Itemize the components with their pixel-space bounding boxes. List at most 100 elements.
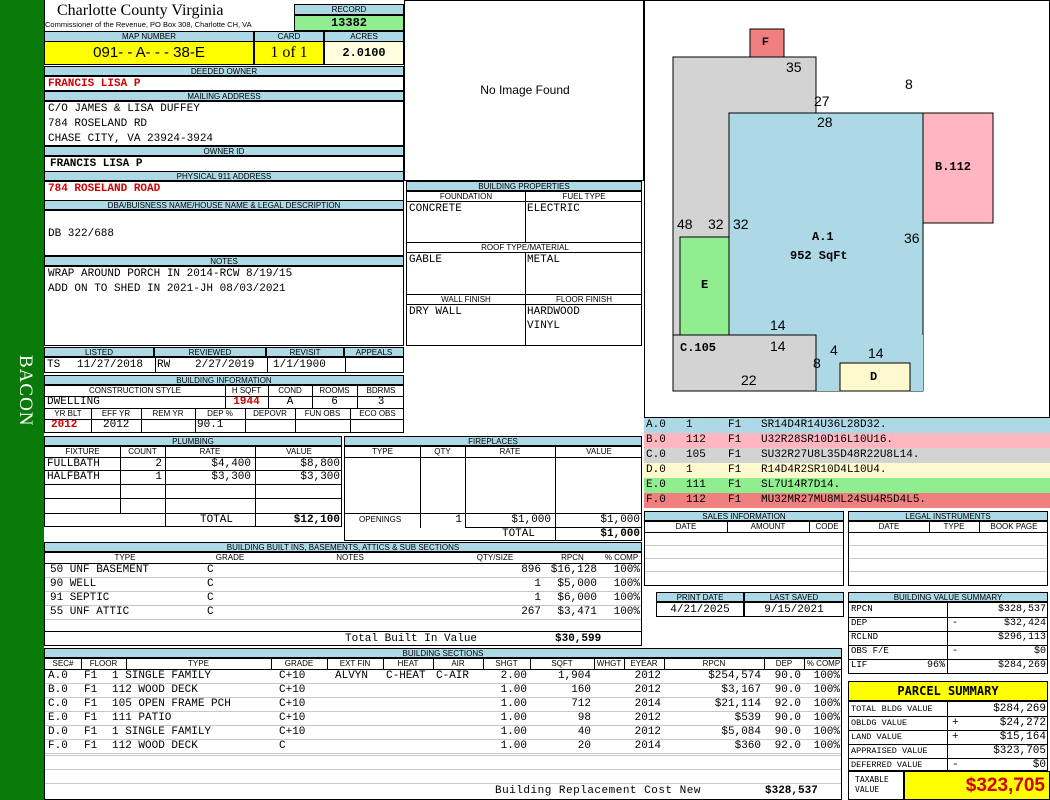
fireplace-total-label: TOTAL (501, 528, 535, 540)
sketch-dim: 32 (708, 216, 724, 232)
section-col-header: TYPE (188, 659, 209, 668)
section-cell-grade: C+10 (279, 698, 306, 710)
section-cell-rpcn: $5,084 (721, 726, 761, 738)
dba-header: DBA/BUISNESS NAME/HOUSE NAME & LEGAL DES… (44, 200, 404, 210)
sales-col: DATE (675, 522, 697, 531)
sketch-panel: F B.112 A.1 952 SqFt E C.105 D 35 8 27 2… (644, 0, 1050, 418)
listed-header: LISTED (44, 347, 154, 357)
funobs-label: FUN OBS (304, 409, 341, 418)
built-in-grade: C (207, 592, 214, 604)
legal-col: TYPE (943, 522, 965, 531)
built-ins-col: QTY/SIZE (476, 553, 514, 562)
section-cell-shgt: 1.00 (500, 726, 527, 738)
legend-code: A.0 (646, 419, 666, 431)
section-cell-rpcn: $3,167 (721, 684, 761, 696)
section-cell-ext: ALVYN (335, 670, 369, 682)
sales-col: CODE (815, 522, 839, 531)
section-cell-comp: 100% (813, 684, 840, 696)
parcel-summary-value: $284,269 (993, 703, 1046, 715)
bdrms-value: 3 (377, 396, 385, 408)
section-cell-air: C-AIR (436, 670, 470, 682)
plumbing-row: FULLBATH (47, 458, 100, 470)
legal-col: BOOK PAGE (990, 522, 1038, 531)
section-cell-floor: F1 (84, 712, 98, 724)
value-summary-label: RCLND (851, 632, 879, 642)
hsqft-value: 1944 (233, 396, 260, 408)
notes-header: NOTES (44, 256, 404, 266)
legend-desc: SR14D4R14U36L28D32. (761, 419, 887, 431)
sketch-legend-row: F.0 112 F1 MU32MR27MU8ML24SU4R5D4L5. (644, 493, 1050, 508)
listing-row: TS 11/27/2018 RW 2/27/2019 1/1/1900 (44, 357, 404, 373)
sketch-label-d: D (870, 370, 878, 384)
section-cell-eyear: 2012 (634, 670, 661, 682)
physical-address-header: PHYSICAL 911 ADDRESS (44, 171, 404, 181)
record-header: RECORD (294, 4, 404, 15)
section-cell-eyear: 2012 (634, 712, 661, 724)
section-cell-dep: 92.0 (774, 740, 801, 752)
legend-desc: SU32R27U8L35D48R22U8L14. (761, 449, 920, 461)
section-cell-rpcn: $539 (734, 712, 761, 724)
built-ins-col: NOTES (336, 553, 364, 562)
plumbing-cell: $4,400 (211, 458, 251, 470)
sketch-dim: 4 (830, 342, 838, 358)
dep-label: DEP % (207, 409, 233, 418)
section-cell-sqft: 1,904 (557, 670, 591, 682)
built-in-qty: 1 (534, 578, 541, 590)
built-in-rpcn: $16,128 (550, 564, 597, 576)
building-info: CONSTRUCTION STYLE H SQFT COND ROOMS BDR… (44, 385, 404, 433)
plumbing-col-rate: RATE (199, 447, 221, 456)
legend-code: E.0 (646, 479, 666, 491)
built-in-comp: 100% (613, 564, 640, 576)
ecoobs-label: ECO OBS (359, 409, 396, 418)
plumbing-col-count: COUNT (128, 447, 157, 456)
style-value: DWELLING (47, 396, 100, 408)
section-cell-sqft: 98 (577, 712, 591, 724)
card-value: 1 of 1 (254, 41, 324, 65)
value-summary-label: OBS F/E (851, 646, 889, 656)
dep-value: 90.1 (197, 419, 224, 431)
physical-address: 784 ROSELAND ROAD (44, 181, 404, 201)
legend-code: F.0 (646, 494, 666, 506)
floor-value: VINYL (527, 320, 561, 332)
building-info-header: BUILDING INFORMATION (44, 375, 404, 385)
section-cell-type: 112 WOOD DECK (112, 684, 198, 696)
built-in-rpcn: $3,471 (557, 606, 597, 618)
yrblt-label: YR BLT (54, 409, 82, 418)
section-cell-sec: D.0 (48, 726, 68, 738)
depovr-label: DEPOVR (253, 409, 287, 418)
plumbing-row: HALFBATH (47, 471, 100, 483)
taxable-label: TAXABLE VALUE (848, 771, 904, 800)
section-cell-sec: B.0 (48, 684, 68, 696)
sections-total: $328,537 (765, 785, 818, 797)
mailing-line: 784 ROSELAND RD (48, 118, 148, 130)
section-cell-sqft: 712 (571, 698, 591, 710)
built-ins-col: % COMP (604, 553, 639, 562)
value-summary-header: BUILDING VALUE SUMMARY (848, 592, 1048, 602)
legend-floor: F1 (728, 494, 742, 506)
built-ins-table: TYPE GRADE NOTES QTY/SIZE RPCN % COMP To… (44, 552, 642, 646)
section-cell-floor: F1 (84, 684, 98, 696)
built-in-comp: 100% (613, 592, 640, 604)
hsqft-label: H SQFT (231, 386, 262, 395)
foundation-value: CONCRETE (409, 203, 462, 215)
section-cell-dep: 90.0 (774, 712, 801, 724)
sidebar: BACON (0, 0, 44, 800)
built-ins-col: RPCN (561, 553, 584, 562)
built-ins-total-label: Total Built In Value (345, 633, 478, 645)
dba-description: DB 322/688 (44, 210, 404, 256)
legend-floor: F1 (728, 479, 742, 491)
built-in-comp: 100% (613, 578, 640, 590)
section-cell-shgt: 2.00 (500, 670, 527, 682)
last-saved-header: LAST SAVED (744, 592, 844, 602)
owner-id-header: OWNER ID (44, 146, 404, 156)
section-col-header: EXT FIN (339, 659, 371, 668)
taxable-value: $323,705 (904, 771, 1050, 800)
section-col-header: AIR (451, 659, 465, 668)
sketch-legend-row: D.0 1 F1 R14D4R2SR10D4L10U4. (644, 463, 1050, 478)
section-col-header: WHGT (596, 659, 622, 668)
section-cell-shgt: 1.00 (500, 684, 527, 696)
print-date: 4/21/2025 (656, 602, 744, 617)
section-cell-sqft: 20 (577, 740, 591, 752)
sketch-label-a2: 952 SqFt (790, 249, 848, 263)
building-props: FOUNDATION FUEL TYPE CONCRETE ELECTRIC R… (406, 191, 642, 346)
